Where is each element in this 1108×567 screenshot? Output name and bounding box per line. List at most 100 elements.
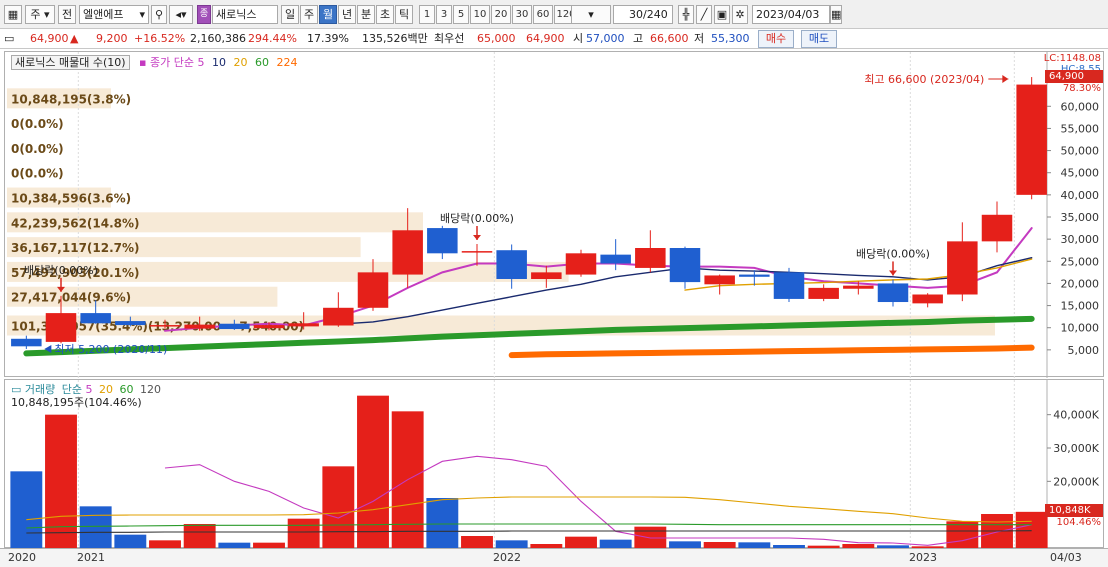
tab-interval-5[interactable]: 5: [453, 5, 469, 24]
tab-interval-30[interactable]: 30: [512, 5, 532, 24]
tab-interval-60[interactable]: 60: [533, 5, 553, 24]
volume-y-tick-label: 20,000K: [1053, 475, 1099, 488]
tab-stock-name[interactable]: 새로닉스: [212, 5, 278, 24]
tab-period-4[interactable]: 분: [357, 5, 375, 24]
tab-interval-10[interactable]: 10: [470, 5, 490, 24]
high-label: 고: [633, 32, 644, 45]
save-icon[interactable]: ▣: [714, 5, 730, 24]
candle-body: [45, 313, 77, 342]
dividend-arrow-icon: [473, 235, 481, 241]
candle-body: [565, 253, 597, 275]
ma-legend-icon: ▪: [139, 56, 147, 69]
ma-line-224: [508, 344, 1035, 359]
tab-interval-3[interactable]: 3: [436, 5, 452, 24]
ask-price: 65,000: [477, 32, 516, 45]
low-label: 저: [694, 32, 705, 45]
ma-legend-label: 종가 단순: [150, 56, 194, 69]
y-tick-label: 15,000: [1061, 300, 1100, 313]
y-tick-label: 35,000: [1061, 211, 1100, 224]
y-tick-label: 40,000: [1061, 189, 1100, 202]
volume-bar: [495, 540, 528, 548]
count-input[interactable]: 30/240: [613, 5, 673, 24]
volume-profile-label: 36,167,117(12.7%): [11, 241, 140, 255]
volume-bar: [1015, 511, 1048, 548]
buy-button[interactable]: 매수: [758, 30, 794, 48]
volume-ma-line-60: [26, 523, 1032, 529]
x-tick-label: 2021: [77, 551, 105, 564]
up-arrow-icon: ▲: [70, 32, 79, 45]
grid-icon[interactable]: ▦: [4, 5, 22, 24]
tab-period-5[interactable]: 초: [376, 5, 394, 24]
volume-profile-label: 0(0.0%): [11, 117, 64, 131]
candle-body: [357, 272, 389, 308]
stock-name-input[interactable]: 엘앤에프 ▾: [79, 5, 149, 24]
high-arrow-icon: [1002, 75, 1009, 84]
dividend-label: 배당락(0.00%): [440, 212, 514, 225]
candle-body: [635, 248, 666, 268]
volume-bar: [565, 536, 597, 548]
calendar-icon[interactable]: ▦: [830, 5, 842, 24]
tab-period-2[interactable]: 월: [319, 5, 337, 24]
last-price-pct: 78.30%: [1062, 83, 1101, 94]
volume-chart-pane[interactable]: 20,000K 30,000K 40,000K ▭ 거래량 단순 5 20 60 1…: [4, 379, 1104, 549]
sell-button[interactable]: 매도: [801, 30, 837, 48]
candle-body: [184, 324, 215, 329]
volume-bar: [599, 539, 632, 548]
x-tick-label: 2022: [493, 551, 521, 564]
stock-name-text: 엘앤에프: [83, 8, 124, 21]
volume-bar: [114, 534, 147, 548]
candle-body: [773, 272, 805, 299]
speaker-icon[interactable]: ◂▾: [169, 5, 193, 24]
current-price: 64,900: [30, 32, 69, 45]
chevron-down-icon: ▾: [139, 8, 145, 21]
y-tick-label: 45,000: [1061, 167, 1100, 180]
volume-bar: [79, 506, 112, 548]
tab-period-3[interactable]: 년: [338, 5, 356, 24]
volume-bar: [287, 518, 320, 548]
candle-body: [1016, 84, 1047, 195]
interval-select[interactable]: ▾: [571, 5, 611, 24]
candle-body: [912, 294, 943, 304]
trend-icon[interactable]: ╱: [696, 5, 712, 24]
x-tick-label: 2023: [909, 551, 937, 564]
candle-body: [253, 325, 285, 329]
volume-bar: [322, 466, 355, 548]
y-tick-label: 20,000: [1061, 277, 1100, 290]
volume-bar: [149, 540, 181, 548]
stock-type-select[interactable]: 주 ▾: [25, 5, 55, 24]
volume-ma-line-20: [26, 496, 1032, 523]
whole-button[interactable]: 전: [58, 5, 76, 24]
count-value: 30: [629, 8, 643, 21]
tab-interval-1[interactable]: 1: [419, 5, 435, 24]
tab-period-0[interactable]: 일: [281, 5, 299, 24]
last-volume-pct: 104.46%: [1056, 517, 1102, 528]
settings-gear-icon[interactable]: ✲: [732, 5, 748, 24]
chart-toolbar: ▦ 주 ▾ 전 엘앤에프 ▾ ⚲ ◂▾ 종 새로닉스 일주월년분초틱 1 3 5 10 2…: [0, 0, 1108, 29]
upper-legend: 새로닉스 매물대 수(10) ▪ 종가 단순 5 10 20 60 224: [11, 54, 298, 70]
candle-body: [808, 287, 839, 299]
high-price: 66,600: [650, 32, 689, 45]
dividend-label: 배당락(0.00%): [24, 264, 98, 277]
volume-bar: [45, 414, 77, 548]
volume-y-tick-label: 30,000K: [1053, 442, 1099, 455]
crosshair-icon[interactable]: ╬: [678, 5, 694, 24]
ma-legend-5: 5: [197, 56, 205, 69]
search-icon[interactable]: ⚲: [151, 5, 167, 24]
low-annotation: 최저 5,200 (2020/11): [54, 343, 167, 356]
open-price: 57,000: [586, 32, 625, 45]
y-tick-label: 50,000: [1061, 145, 1100, 158]
candle-body: [600, 254, 631, 264]
volume-bar: [426, 498, 459, 548]
volume-profile-label: 10,384,596(3.6%): [11, 192, 131, 206]
price-chart-pane[interactable]: 10,848,195(3.8%) 0(0.0%) 0(0.0%) 0(0.0%) 10,…: [4, 51, 1104, 378]
volume-pct: 294.44%: [248, 32, 297, 45]
volume-ma-120: 120: [140, 383, 162, 396]
candle-body: [219, 323, 250, 330]
tab-period-6[interactable]: 틱: [395, 5, 413, 24]
current-volume: 10,848,195주(104.46%): [11, 396, 142, 409]
tab-period-1[interactable]: 주: [300, 5, 318, 24]
date-input[interactable]: 2023/04/03: [752, 5, 830, 24]
volume-profile-legend[interactable]: 새로닉스 매물대 수(10): [11, 55, 130, 70]
tab-interval-20[interactable]: 20: [491, 5, 511, 24]
turnover-pct: 17.39%: [307, 32, 349, 45]
